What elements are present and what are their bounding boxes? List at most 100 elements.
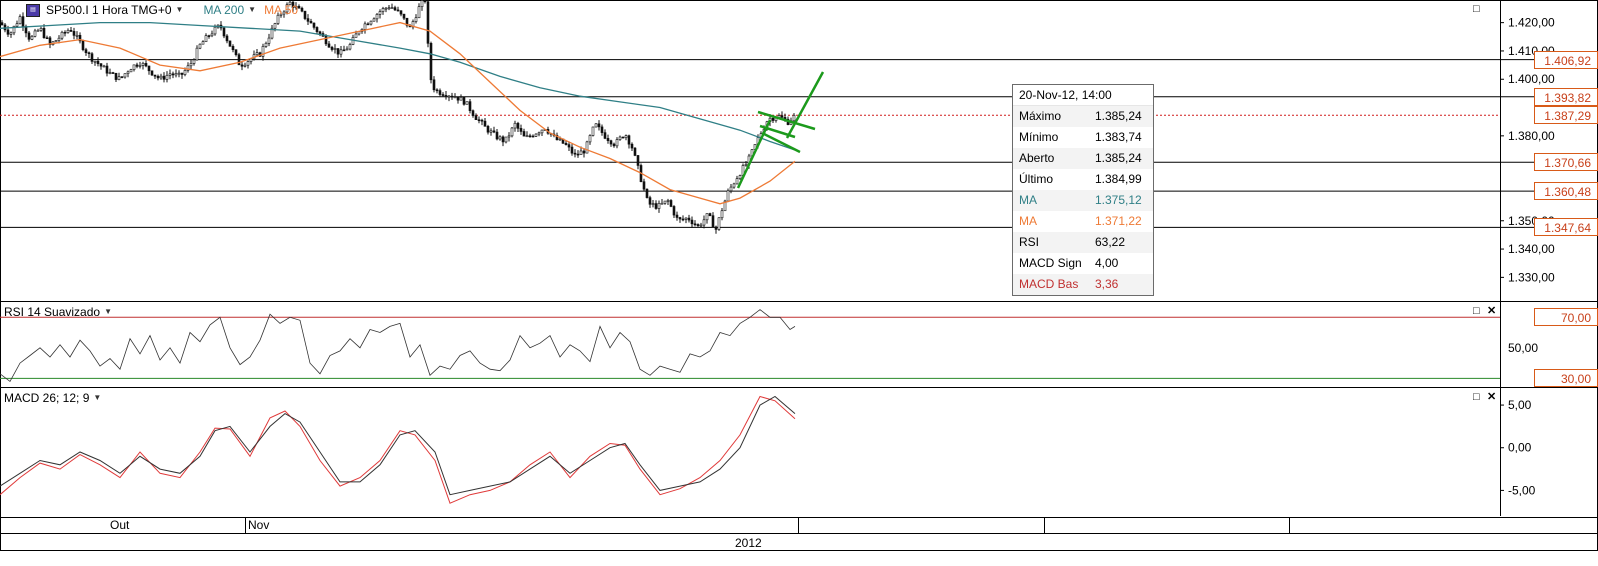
candle: [654, 200, 658, 210]
candle: [465, 101, 469, 105]
ma200-line: [0, 21, 796, 151]
candle: [708, 212, 712, 217]
candle: [63, 30, 67, 37]
candle-body: [87, 52, 91, 55]
candle-body: [717, 217, 721, 230]
chevron-down-icon[interactable]: ▼: [248, 2, 256, 18]
candle: [114, 72, 118, 83]
macd-pane: 5,00 0,00 -5,00: [0, 395, 1536, 504]
candle: [522, 128, 526, 137]
candle: [150, 70, 154, 76]
price-pane: 1.420,001.410,001.400,001.380,001.350,00…: [0, 0, 1598, 284]
candle: [327, 41, 331, 48]
chevron-down-icon[interactable]: ▼: [176, 2, 184, 18]
candle-body: [714, 226, 718, 230]
x-label-nov: Nov: [248, 518, 269, 532]
trading-chart: 1.420,00 1.410,00 1.400,00 1.380,00 1.350,00…: [0, 0, 1598, 563]
candle: [666, 198, 670, 205]
candle: [516, 121, 520, 133]
tooltip-value: 1.385,24: [1095, 151, 1142, 165]
candle-body: [510, 127, 514, 137]
macd-header[interactable]: MACD 26; 12; 9 ▼: [4, 390, 101, 406]
candle-body: [183, 70, 187, 75]
candle-body: [180, 72, 184, 75]
candle-body: [153, 74, 157, 77]
candle-body: [228, 40, 232, 47]
candle-body: [585, 141, 589, 154]
candle: [300, 6, 304, 13]
candle-body: [540, 129, 544, 134]
candle: [102, 64, 106, 68]
tooltip-label: MACD Bas: [1019, 277, 1079, 291]
candle: [168, 69, 172, 80]
candle: [636, 155, 640, 170]
candle: [738, 174, 742, 180]
candle-body: [300, 7, 304, 12]
candle: [177, 70, 181, 78]
candle-body: [417, 6, 421, 19]
candle-body: [669, 200, 673, 207]
maximize-icon[interactable]: □: [1473, 306, 1480, 317]
candle-body: [456, 96, 460, 101]
candle-body: [702, 219, 706, 226]
close-icon[interactable]: ✕: [1487, 392, 1496, 403]
candle-body: [318, 31, 322, 34]
ma200-label[interactable]: MA 200: [203, 2, 244, 18]
tooltip-label: MA: [1019, 214, 1037, 228]
candle-body: [516, 122, 520, 129]
candle-body: [531, 135, 535, 138]
candle-body: [486, 126, 490, 133]
close-icon[interactable]: ✕: [1487, 306, 1496, 317]
candle-body: [315, 27, 319, 33]
y-tick-label: -5,00: [1508, 483, 1536, 497]
candle-body: [111, 72, 115, 74]
candle-body: [732, 183, 736, 188]
candle-body: [582, 150, 586, 154]
candle-body: [126, 71, 130, 74]
candle: [435, 88, 439, 94]
candle: [126, 70, 130, 78]
candle: [231, 44, 235, 53]
candle-body: [681, 218, 685, 221]
candle-body: [204, 35, 208, 43]
candle-body: [162, 75, 166, 80]
candle-body: [93, 60, 97, 63]
candle: [618, 135, 622, 141]
tooltip-value: 1.371,22: [1095, 214, 1142, 228]
candle-body: [480, 119, 484, 122]
candle-body: [33, 30, 37, 37]
rsi-header[interactable]: RSI 14 Suavizado ▼: [4, 304, 112, 320]
candle: [420, 0, 424, 11]
tooltip-label: RSI: [1019, 235, 1040, 249]
candle: [246, 60, 250, 69]
chevron-down-icon[interactable]: ▼: [104, 304, 112, 320]
candle-body: [117, 76, 121, 80]
candle-body: [42, 28, 46, 39]
candle-body: [711, 215, 715, 228]
candle: [321, 31, 325, 37]
candle: [375, 12, 379, 23]
candle-body: [690, 219, 694, 225]
candle: [210, 30, 214, 38]
candle: [129, 68, 133, 73]
maximize-icon[interactable]: □: [1473, 392, 1480, 403]
candle: [498, 135, 502, 141]
candle-body: [342, 49, 346, 52]
candle-body: [72, 31, 76, 36]
candle: [603, 129, 607, 140]
maximize-icon[interactable]: □: [1473, 4, 1480, 15]
candle-body: [177, 72, 181, 75]
chart-canvas[interactable]: 1.420,001.410,001.400,001.380,001.350,00…: [0, 0, 1598, 563]
ma50-label[interactable]: MA 50: [264, 2, 298, 18]
candle-body: [165, 74, 169, 80]
candle-body: [6, 29, 10, 35]
candle-body: [615, 139, 619, 147]
candle-body: [699, 224, 703, 227]
candle: [678, 216, 682, 223]
price-header[interactable]: ▤ SP500.I 1 Hora TMG+0 ▼ MA 200 ▼ MA 50: [26, 2, 298, 18]
candle-body: [30, 35, 34, 40]
candle: [477, 116, 481, 124]
chevron-down-icon[interactable]: ▼: [93, 390, 101, 406]
candle-body: [609, 140, 613, 145]
candle: [699, 222, 703, 228]
